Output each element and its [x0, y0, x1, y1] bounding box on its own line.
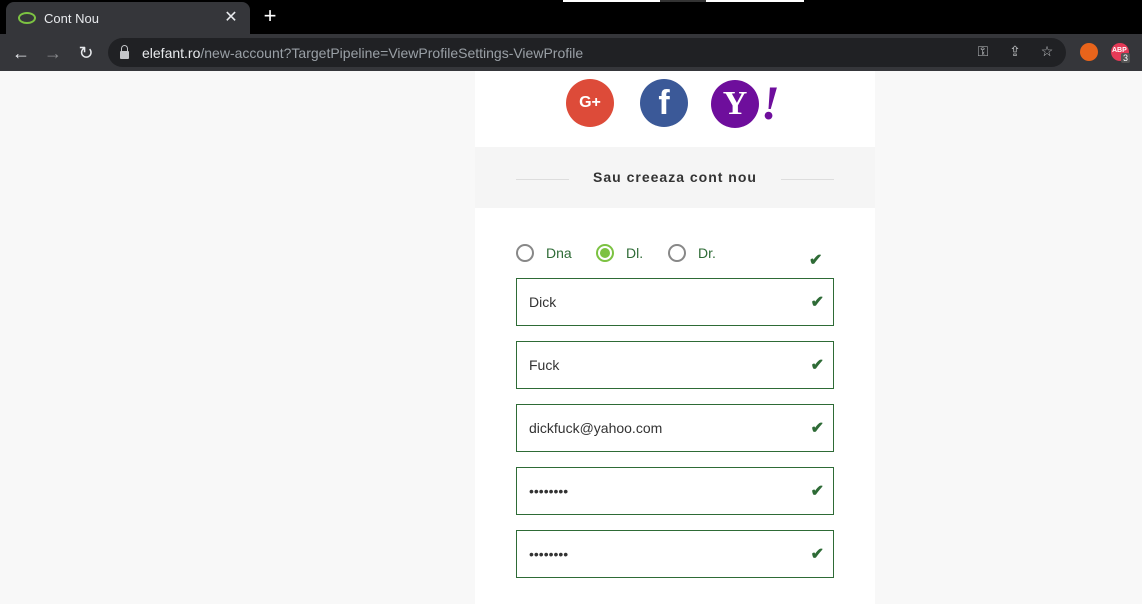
tab-strip-decoration — [660, 0, 706, 2]
radio-button-selected[interactable] — [596, 244, 614, 262]
first-name-field[interactable]: ✔ — [516, 278, 834, 326]
adblock-badge: 3 — [1121, 53, 1131, 63]
facebook-icon: f — [658, 83, 670, 122]
google-plus-icon: G+ — [579, 94, 601, 111]
tab-bar: Cont Nou ✕ + — [0, 0, 1142, 34]
radio-dr[interactable]: Dr. — [668, 244, 716, 262]
email-field[interactable]: ✔ — [516, 404, 834, 452]
radio-dna[interactable]: Dna — [516, 244, 572, 262]
last-name-input[interactable] — [529, 357, 799, 373]
url-path: /new-account?TargetPipeline=ViewProfileS… — [200, 44, 584, 61]
reload-button[interactable]: ↻ — [73, 40, 99, 66]
share-icon[interactable]: ⇪ — [1006, 43, 1024, 60]
password-input[interactable] — [529, 483, 799, 499]
email-input[interactable] — [529, 420, 799, 436]
valid-check-icon: ✔ — [809, 252, 823, 269]
radio-button[interactable] — [516, 244, 534, 262]
tab-close-button[interactable]: ✕ — [222, 9, 240, 27]
confirm-password-field[interactable]: ✔ — [516, 530, 834, 578]
url-host: elefant.ro — [142, 44, 201, 61]
address-bar[interactable]: elefant.ro/new-account?TargetPipeline=Vi… — [108, 38, 1066, 67]
first-name-input[interactable] — [529, 294, 799, 310]
browser-tab[interactable]: Cont Nou ✕ — [6, 2, 250, 34]
browser-toolbar: ← → ↻ elefant.ro/new-account?TargetPipel… — [0, 34, 1142, 71]
radio-dl[interactable]: Dl. — [596, 244, 643, 262]
lock-icon — [120, 44, 129, 59]
adblock-extension-icon[interactable]: ABP 3 — [1111, 43, 1131, 63]
yahoo-letter: Y — [722, 85, 748, 122]
new-tab-button[interactable]: + — [258, 5, 282, 29]
bookmark-star-icon[interactable]: ☆ — [1038, 43, 1056, 60]
valid-check-icon: ✔ — [810, 420, 824, 437]
divider-heading: Sau creeaza cont nou — [593, 169, 757, 185]
tab-title: Cont Nou — [44, 10, 99, 26]
site-favicon-icon — [18, 12, 36, 24]
radio-label: Dl. — [626, 245, 644, 261]
google-login-button[interactable]: G+ — [566, 79, 614, 127]
yahoo-login-button[interactable]: Y ! — [711, 77, 780, 130]
radio-button[interactable] — [668, 244, 686, 262]
radio-label: Dr. — [698, 245, 716, 261]
yahoo-exclamation: ! — [761, 77, 780, 130]
yahoo-icon: Y — [711, 80, 759, 128]
forward-button[interactable]: → — [40, 40, 66, 66]
confirm-password-input[interactable] — [529, 546, 799, 562]
valid-check-icon: ✔ — [810, 357, 824, 374]
extension-fox-icon[interactable] — [1080, 43, 1098, 61]
valid-check-icon: ✔ — [810, 294, 824, 311]
back-button[interactable]: ← — [8, 40, 34, 66]
password-field[interactable]: ✔ — [516, 467, 834, 515]
valid-check-icon: ✔ — [810, 546, 824, 563]
key-icon[interactable]: ⚿ — [974, 43, 992, 60]
divider-line-right — [781, 179, 834, 180]
last-name-field[interactable]: ✔ — [516, 341, 834, 389]
valid-check-icon: ✔ — [810, 483, 824, 500]
facebook-login-button[interactable]: f — [640, 79, 688, 127]
radio-label: Dna — [546, 245, 572, 261]
url-text: elefant.ro/new-account?TargetPipeline=Vi… — [142, 45, 583, 61]
